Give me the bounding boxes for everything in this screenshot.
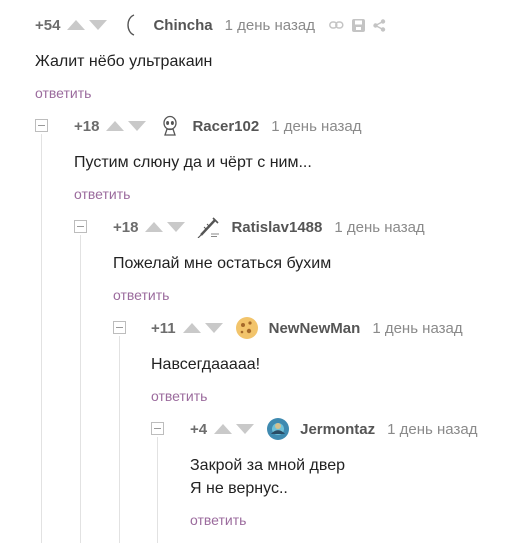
vote-down-icon[interactable] (204, 323, 223, 333)
reply-link[interactable]: ответить (35, 85, 91, 101)
vote-up-icon[interactable] (214, 424, 233, 434)
comment-text-line: Жалит нёбо ультракаин (35, 53, 213, 70)
comment-time[interactable]: 1 день назад (225, 17, 315, 34)
comment-header: +11 NewNewMan 1 день назад (151, 317, 463, 339)
thread-line (80, 235, 81, 543)
share-icon[interactable] (373, 18, 386, 32)
comment-rating: +18 (113, 218, 139, 236)
comment: +4 Jermontaz 1 день назад Закрой за мной… (190, 418, 477, 530)
collapse-toggle[interactable] (74, 220, 87, 233)
cookie-icon[interactable] (235, 316, 259, 340)
reply-link[interactable]: ответить (151, 388, 207, 404)
comment-author[interactable]: Racer102 (192, 118, 259, 135)
comment-text-line: Пустим слюну да и чёрт с ним... (74, 154, 312, 171)
alien-icon[interactable] (158, 114, 182, 138)
comment-rating: +54 (35, 16, 61, 34)
syringe-icon[interactable] (197, 215, 221, 239)
vote-up-icon[interactable] (145, 222, 164, 232)
comment-author[interactable]: Chincha (153, 17, 212, 34)
photo-avatar-icon[interactable] (266, 417, 290, 441)
comment-time[interactable]: 1 день назад (334, 219, 424, 236)
comment-text-line: Я не вернус.. (190, 480, 288, 497)
comment-author[interactable]: NewNewMan (269, 320, 361, 337)
vote-down-icon[interactable] (128, 121, 147, 131)
vote-down-icon[interactable] (236, 424, 255, 434)
comment-header: +18 Ratislav1488 1 день назад (113, 216, 425, 238)
reply-link[interactable]: ответить (190, 512, 246, 528)
comment-text: Закрой за мной двер Я не вернус.. (190, 454, 477, 500)
comment-author[interactable]: Ratislav1488 (231, 219, 322, 236)
comment-rating: +4 (190, 420, 208, 438)
collapse-toggle[interactable] (113, 321, 126, 334)
comment-text-line: Навсегдааааа! (151, 356, 261, 373)
comment-text: Пожелай мне остаться бухим (113, 252, 425, 275)
crescent-icon[interactable] (119, 13, 143, 37)
comment-rating: +18 (74, 117, 100, 135)
vote-down-icon[interactable] (89, 20, 108, 30)
reply-link[interactable]: ответить (113, 287, 169, 303)
comment-header: +54 Chincha 1 день назад (35, 14, 394, 36)
comment-text: Жалит нёбо ультракаин (35, 50, 394, 73)
comment-text-line: Закрой за мной двер (190, 457, 345, 474)
vote-down-icon[interactable] (167, 222, 186, 232)
comment-header: +18 Racer102 1 день назад (74, 115, 362, 137)
comment-rating: +11 (151, 319, 176, 337)
thread-line (157, 437, 158, 543)
collapse-toggle[interactable] (35, 119, 48, 132)
comment-header: +4 Jermontaz 1 день назад (190, 418, 477, 440)
comment: +11 NewNewMan 1 день назад Навсегдааааа!… (151, 317, 463, 406)
vote-up-icon[interactable] (106, 121, 125, 131)
thread-line (119, 336, 120, 543)
comment-time[interactable]: 1 день назад (271, 118, 361, 135)
vote-up-icon[interactable] (67, 20, 86, 30)
vote-up-icon[interactable] (182, 323, 201, 333)
comment-text: Пустим слюну да и чёрт с ним... (74, 151, 362, 174)
comment-text-line: Пожелай мне остаться бухим (113, 255, 332, 272)
link-icon[interactable] (329, 20, 344, 30)
reply-link[interactable]: ответить (74, 186, 130, 202)
comment: +54 Chincha 1 день назад Жалит нёбо ульт… (35, 14, 394, 103)
comment-author[interactable]: Jermontaz (300, 421, 375, 438)
comment: +18 Ratislav1488 1 день назад Пожелай мн… (113, 216, 425, 305)
comment-time[interactable]: 1 день назад (372, 320, 462, 337)
collapse-toggle[interactable] (151, 422, 164, 435)
thread-line (41, 134, 42, 543)
comment-text: Навсегдааааа! (151, 353, 463, 376)
comment-time[interactable]: 1 день назад (387, 421, 477, 438)
save-icon[interactable] (351, 18, 365, 32)
comment-tools (329, 18, 394, 32)
comment: +18 Racer102 1 день назад Пустим слюну д… (74, 115, 362, 204)
